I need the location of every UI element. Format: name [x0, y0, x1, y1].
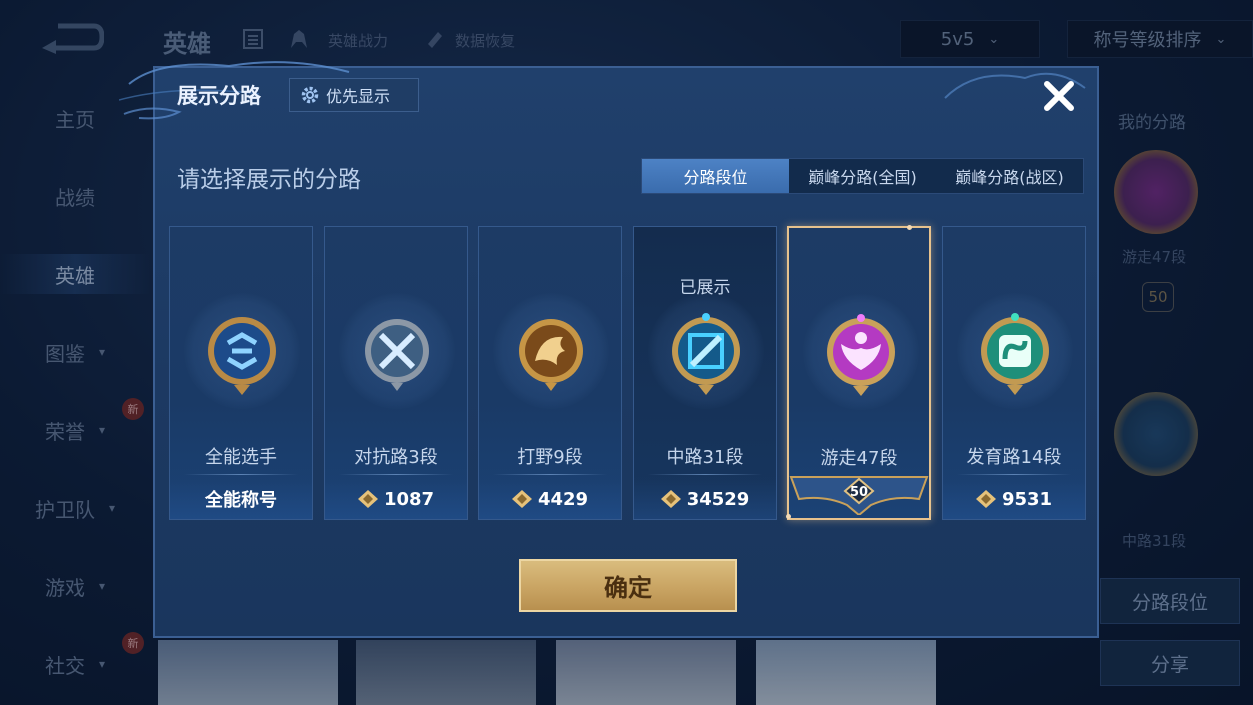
- clash-lane-emblem-icon: [365, 319, 429, 391]
- points-icon: [660, 490, 681, 508]
- lane-card-footer: 9531: [943, 479, 1085, 519]
- jungle-emblem-icon: [519, 319, 583, 391]
- tab-lane-rank[interactable]: 分路段位: [642, 159, 789, 193]
- lane-card-name: 对抗路3段: [354, 447, 438, 468]
- divider: [957, 474, 1071, 475]
- divider: [493, 474, 607, 475]
- tab-peak-region[interactable]: 巅峰分路(战区): [936, 159, 1083, 193]
- lane-card-mid[interactable]: 已展示 中路31段 34529: [633, 226, 777, 520]
- lane-card-jungle[interactable]: 打野9段 4429: [478, 226, 622, 520]
- display-lane-dialog: 展示分路 优先显示 请选择展示的分路 分路段位 巅峰分路(全国) 巅峰分路(战区…: [119, 61, 1099, 638]
- lane-card-footer: 50: [789, 472, 929, 518]
- lane-card-score: 9531: [1001, 488, 1053, 510]
- lane-card-score: 1087: [383, 488, 435, 510]
- lane-card-score: 4429: [537, 488, 589, 510]
- lane-card-footer: 全能称号: [170, 479, 312, 519]
- lane-card-footer: 1087: [325, 479, 467, 519]
- all-round-emblem-icon: [208, 317, 276, 395]
- close-icon: [1044, 81, 1074, 111]
- lane-card-score: 34529: [686, 488, 750, 510]
- dialog-title: 展示分路: [177, 84, 261, 108]
- farm-lane-emblem-icon: [981, 313, 1049, 395]
- confirm-button[interactable]: 确定: [519, 559, 737, 612]
- lane-card-clash[interactable]: 对抗路3段 1087: [324, 226, 468, 520]
- lane-card-name: 全能选手: [205, 447, 277, 468]
- lane-card-title: 全能称号: [205, 490, 277, 511]
- mid-lane-emblem-icon: [672, 313, 740, 395]
- divider: [339, 474, 453, 475]
- priority-display-button[interactable]: 优先显示: [289, 78, 419, 112]
- divider: [184, 474, 298, 475]
- gear-icon: [301, 86, 319, 104]
- lane-card-all-round[interactable]: 全能选手 全能称号: [169, 226, 313, 520]
- corner-sparkle: [907, 225, 912, 230]
- tab-peak-national[interactable]: 巅峰分路(全国): [789, 159, 936, 193]
- divider: [648, 474, 762, 475]
- rank-plate-icon: 50: [789, 476, 929, 515]
- lane-card-footer: 4429: [479, 479, 621, 519]
- lane-card-name: 打野9段: [517, 447, 583, 468]
- lane-card-farm[interactable]: 发育路14段 9531: [942, 226, 1086, 520]
- points-icon: [511, 490, 532, 508]
- rank-level-value: 50: [850, 485, 868, 500]
- points-icon: [975, 490, 996, 508]
- lane-card-footer: 34529: [634, 479, 776, 519]
- roam-emblem-icon: [827, 314, 895, 396]
- lane-card-name: 发育路14段: [966, 447, 1062, 468]
- close-button[interactable]: [1039, 76, 1079, 116]
- priority-display-label: 优先显示: [326, 87, 391, 106]
- lane-tabs: 分路段位 巅峰分路(全国) 巅峰分路(战区): [641, 158, 1084, 194]
- lane-card-name: 中路31段: [666, 447, 744, 468]
- lane-card-name: 游走47段: [820, 448, 898, 469]
- points-icon: [357, 490, 378, 508]
- dialog-subtitle: 请选择展示的分路: [177, 167, 361, 193]
- lane-card-roam[interactable]: 游走47段 50: [786, 225, 931, 520]
